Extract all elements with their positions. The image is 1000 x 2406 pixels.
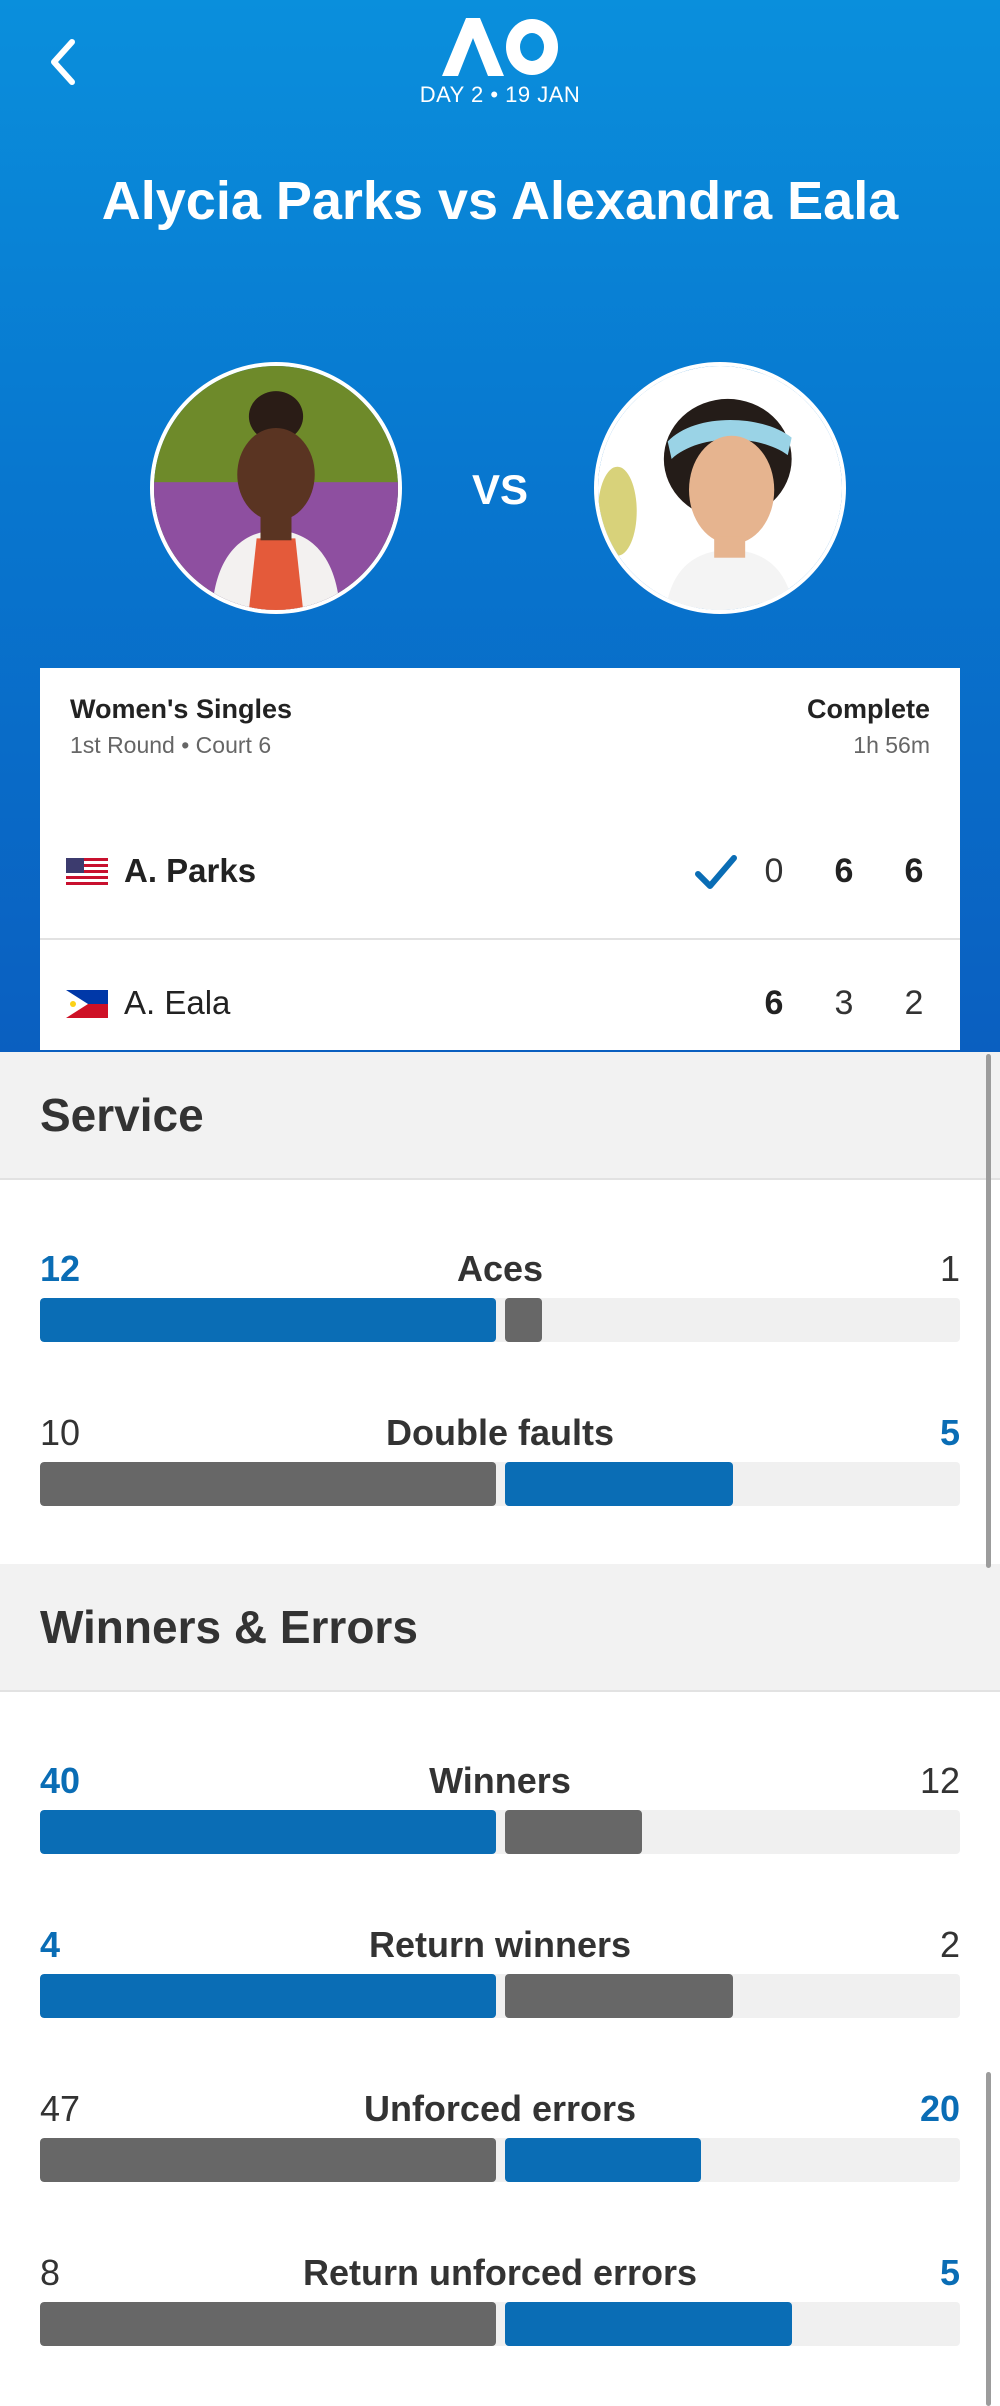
stat-right-value: 5 xyxy=(939,2252,960,2293)
stat-double-faults: 10 Double faults 5 xyxy=(40,1412,960,1522)
stat-bar-track xyxy=(40,2138,960,2182)
set-score: 6 xyxy=(904,852,924,890)
round-court: 1st Round • Court 6 xyxy=(70,732,272,758)
stat-right-value: 2 xyxy=(939,1924,960,1965)
match-hero: DAY 2 • 19 JAN Alycia Parks vs Alexandra… xyxy=(0,0,1000,1052)
player-row-parks: A. Parks 0 6 6 xyxy=(40,808,960,940)
match-status: Complete xyxy=(806,694,930,724)
stat-right-value: 12 xyxy=(919,1760,960,1801)
stat-right-value: 5 xyxy=(939,1412,960,1453)
right-bar xyxy=(505,2302,792,2346)
section-header-winners-errors: Winners & Errors xyxy=(0,1564,1000,1692)
stat-right-value: 1 xyxy=(939,1248,960,1289)
match-card[interactable]: Women's Singles 1st Round • Court 6 Comp… xyxy=(40,668,960,1050)
ph-flag-icon xyxy=(66,990,108,1018)
left-bar xyxy=(40,1810,496,1854)
stat-label: Aces xyxy=(456,1248,544,1289)
stat-label: Unforced errors xyxy=(363,2088,637,2129)
set-score: 2 xyxy=(904,984,924,1022)
left-bar xyxy=(40,2302,496,2346)
player-name: A. Parks xyxy=(124,852,257,889)
stat-label: Return winners xyxy=(368,1924,632,1965)
stat-right-value: 20 xyxy=(919,2088,960,2129)
stat-bar-track xyxy=(40,1298,960,1342)
player2-avatar xyxy=(594,362,846,614)
stat-bar-track xyxy=(40,1974,960,2018)
left-bar xyxy=(40,2138,496,2182)
match-title: Alycia Parks vs Alexandra Eala xyxy=(101,171,899,231)
set-score: 6 xyxy=(834,852,854,890)
section-header-service: Service xyxy=(0,1052,1000,1180)
left-bar xyxy=(40,1462,496,1506)
stat-label: Double faults xyxy=(385,1412,614,1453)
player-name: A. Eala xyxy=(124,984,231,1021)
stat-bar-track xyxy=(40,1462,960,1506)
right-bar xyxy=(505,2138,701,2182)
left-bar xyxy=(40,1974,496,2018)
stat-bar-track xyxy=(40,2302,960,2346)
scrollbar[interactable] xyxy=(986,2072,991,2406)
checkmark-icon xyxy=(695,855,737,889)
stat-label: Winners xyxy=(429,1760,571,1801)
stat-winners: 40 Winners 12 xyxy=(40,1760,960,1870)
set-score: 6 xyxy=(764,984,784,1022)
us-flag-icon xyxy=(66,858,108,886)
set-score: 0 xyxy=(764,852,784,890)
right-bar xyxy=(505,1462,733,1506)
right-bar xyxy=(505,1810,642,1854)
match-duration: 1h 56m xyxy=(853,732,930,758)
ao-logo xyxy=(442,18,558,76)
event-name: Women's Singles xyxy=(70,694,292,724)
right-bar xyxy=(505,1974,733,2018)
stat-return-winners: 4 Return winners 2 xyxy=(40,1924,960,2034)
section-title: Service xyxy=(40,1089,204,1141)
stat-label: Return unforced errors xyxy=(302,2252,698,2293)
vs-label: VS xyxy=(471,466,529,513)
player-row-eala: A. Eala 6 3 2 xyxy=(40,940,960,1070)
left-bar xyxy=(40,1298,496,1342)
scrollbar[interactable] xyxy=(986,1054,991,1568)
stat-bar-track xyxy=(40,1810,960,1854)
stat-return-unforced-errors: 8 Return unforced errors 5 xyxy=(40,2252,960,2362)
player1-avatar xyxy=(150,362,402,614)
right-bar xyxy=(505,1298,542,1342)
stat-aces: 12 Aces 1 xyxy=(40,1248,960,1358)
match-day: DAY 2 • 19 JAN xyxy=(419,82,581,107)
set-score: 3 xyxy=(834,984,854,1022)
stat-unforced-errors: 47 Unforced errors 20 xyxy=(40,2088,960,2198)
section-title: Winners & Errors xyxy=(40,1601,418,1653)
